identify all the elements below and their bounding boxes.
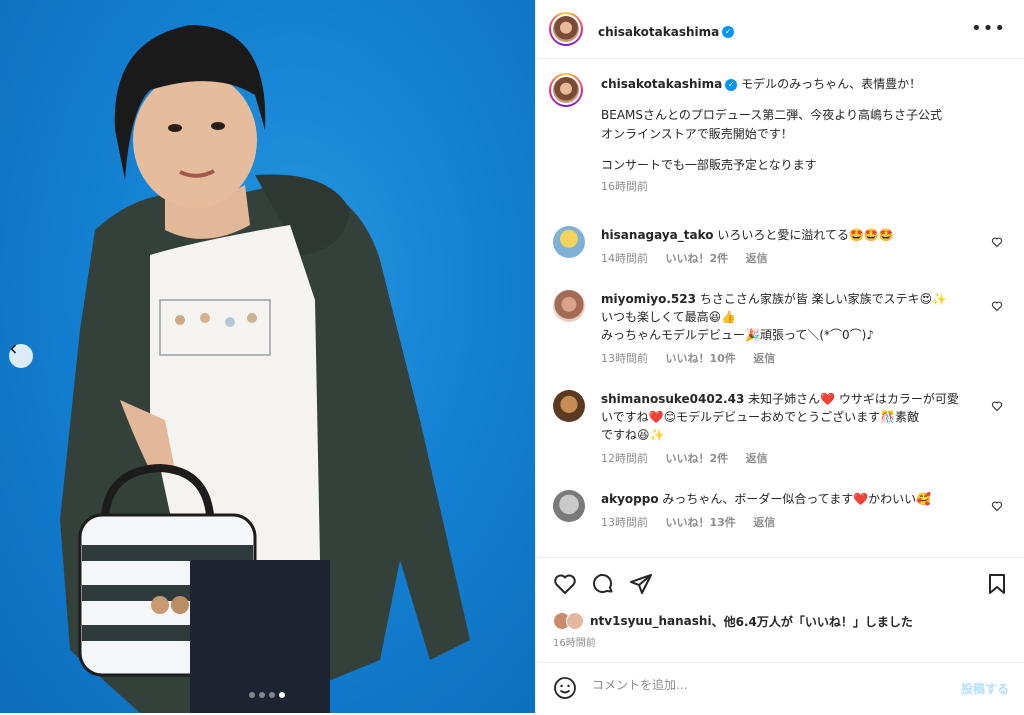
commenter-avatar[interactable]: [553, 290, 585, 322]
comment-text: いろいろと愛に溢れてる🤩🤩🤩: [717, 228, 894, 242]
chevron-left-icon: [10, 344, 17, 354]
liker-avatar: [566, 612, 584, 630]
carousel-indicator: [249, 692, 285, 698]
verified-badge-icon: ✓: [725, 78, 738, 91]
comment-text: 未知子姉さん❤️ ウサギはカラーが可愛: [748, 392, 959, 406]
post-caption: chisakotakashima ✓ モデルのみっちゃん、表情豊か！ BEAMSさ…: [601, 75, 996, 196]
like-comment-heart-icon[interactable]: [991, 500, 1003, 512]
commenter-username[interactable]: akyoppo: [601, 492, 659, 506]
commenter-username[interactable]: miyomiyo.523: [601, 292, 696, 306]
commenter-username[interactable]: shimanosuke0402.43: [601, 392, 744, 406]
caption-timestamp[interactable]: 16時間前: [601, 177, 996, 196]
verified-badge-icon: ✓: [722, 25, 735, 38]
like-comment-heart-icon[interactable]: [991, 236, 1003, 248]
likes-count-text[interactable]: 、他6.4万人が「いいね！」しました: [712, 613, 913, 630]
caption-line: モデルのみっちゃん、表情豊か！: [741, 77, 922, 91]
reply-button[interactable]: 返信: [746, 452, 768, 465]
add-comment-row: 投稿する: [536, 662, 1024, 715]
comment-text: みっちゃんモデルデビュー🎉頑張って＼(*⌒0⌒)♪: [601, 328, 874, 342]
likes-summary: ntv1syuu_hanashi 、他6.4万人が「いいね！」しました: [553, 612, 913, 630]
more-options-icon[interactable]: •••: [971, 18, 1006, 39]
comment-meta: 13時間前 いいね！13件 返信: [601, 514, 961, 532]
save-bookmark-icon[interactable]: [985, 572, 1009, 596]
comment-likes[interactable]: いいね！2件: [666, 452, 729, 465]
commenter-username[interactable]: hisanagaya_tako: [601, 228, 714, 242]
caption-author-avatar[interactable]: [549, 73, 583, 107]
comment-text: いつも楽しくて最高😆👍: [601, 310, 737, 324]
post-actions: ntv1syuu_hanashi 、他6.4万人が「いいね！」しました 16時間…: [536, 557, 1024, 714]
like-comment-heart-icon[interactable]: [991, 300, 1003, 312]
carousel-dot: [259, 692, 265, 698]
comment-text: ちさこさん家族が皆 楽しい家族でステキ😍✨: [699, 292, 948, 306]
caption-line: オンラインストアで販売開始です！: [601, 127, 793, 141]
photo-illustration: [60, 25, 470, 713]
commenter-avatar[interactable]: [553, 226, 585, 258]
emoji-smiley-icon[interactable]: [553, 676, 577, 700]
comment-text: みっちゃん、ボーダー似合ってます❤️かわいい🥰: [662, 492, 932, 506]
author-avatar[interactable]: [549, 12, 583, 46]
comments-scroll[interactable]: chisakotakashima ✓ モデルのみっちゃん、表情豊か！ BEAMSさ…: [536, 59, 1024, 557]
comment-time[interactable]: 14時間前: [601, 252, 648, 265]
carousel-dot: [269, 692, 275, 698]
liker-username[interactable]: ntv1syuu_hanashi: [590, 614, 712, 628]
carousel-dot: [249, 692, 255, 698]
post-photo[interactable]: [0, 0, 535, 713]
reply-button[interactable]: 返信: [746, 252, 768, 265]
caption-author-username[interactable]: chisakotakashima: [601, 77, 722, 91]
author-username[interactable]: chisakotakashima: [598, 25, 719, 39]
comment-time[interactable]: 12時間前: [601, 452, 648, 465]
share-send-icon[interactable]: [629, 572, 653, 596]
post-timestamp[interactable]: 16時間前: [553, 634, 596, 649]
comment-likes[interactable]: いいね！10件: [666, 352, 736, 365]
previous-photo-button[interactable]: [9, 344, 33, 368]
commenter-avatar[interactable]: [553, 390, 585, 422]
like-heart-icon[interactable]: [553, 572, 577, 596]
reply-button[interactable]: 返信: [753, 352, 775, 365]
comment-meta: 12時間前 いいね！2件 返信: [601, 450, 961, 468]
comment-likes[interactable]: いいね！2件: [666, 252, 729, 265]
post-header: chisakotakashima ✓ •••: [536, 0, 1024, 59]
caption-line: コンサートでも一部販売予定となります: [601, 158, 817, 172]
comment-time[interactable]: 13時間前: [601, 516, 648, 529]
comment-meta: 13時間前 いいね！10件 返信: [601, 350, 961, 368]
commenter-avatar[interactable]: [553, 490, 585, 522]
comment-bubble-icon[interactable]: [591, 572, 615, 596]
post-comment-button[interactable]: 投稿する: [961, 680, 1009, 697]
comment-likes[interactable]: いいね！13件: [666, 516, 736, 529]
comment-text: ですね😆✨: [601, 428, 665, 442]
carousel-dot-active: [279, 692, 285, 698]
like-comment-heart-icon[interactable]: [991, 400, 1003, 412]
comment-meta: 14時間前 いいね！2件 返信: [601, 250, 961, 268]
post-panel: chisakotakashima ✓ ••• chisakotakashima ✓ …: [535, 0, 1024, 713]
reply-button[interactable]: 返信: [753, 516, 775, 529]
comment-input[interactable]: [590, 677, 924, 693]
comment-time[interactable]: 13時間前: [601, 352, 648, 365]
comment-text: いですね❤️😊モデルデビューおめでとうございます🎊素敵: [601, 410, 920, 424]
caption-line: BEAMSさんとのプロデュース第二弾、今夜より高嶋ちさ子公式: [601, 108, 943, 122]
